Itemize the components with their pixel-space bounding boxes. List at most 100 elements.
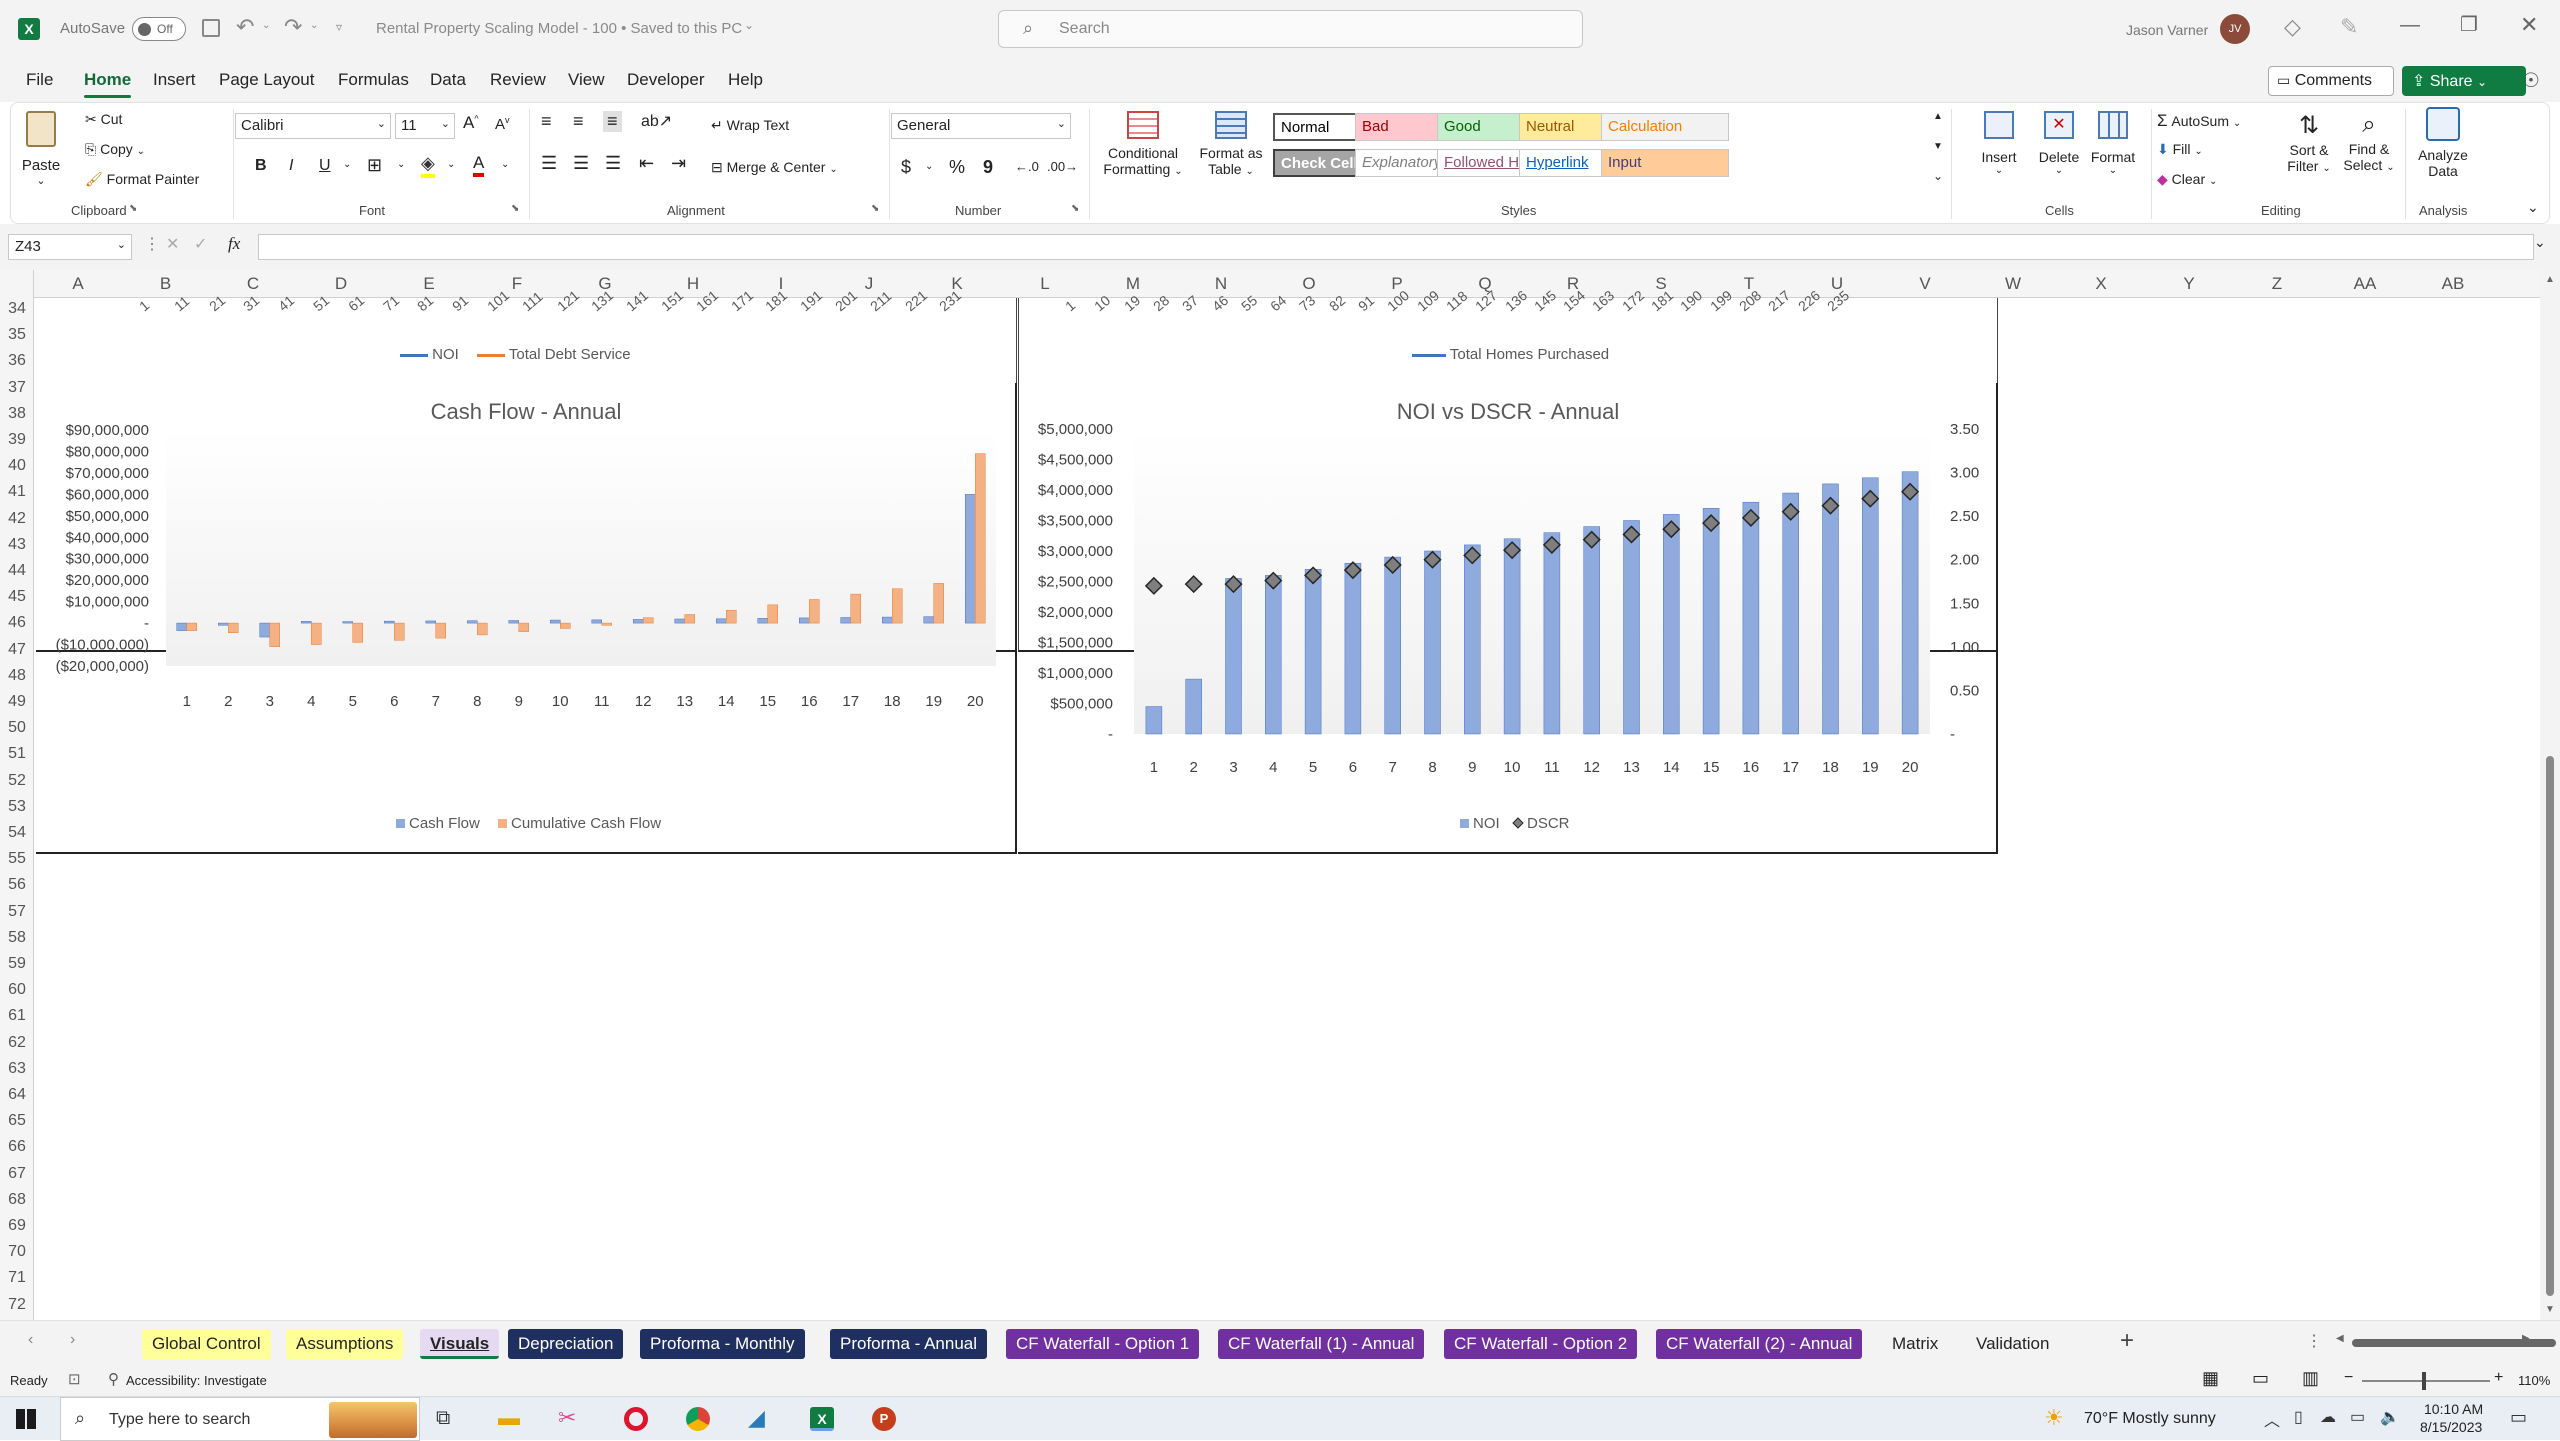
- cash-flow-bar[interactable]: [757, 618, 768, 624]
- row-header-65[interactable]: 65: [0, 1112, 34, 1130]
- name-box[interactable]: Z43 ⌄: [8, 234, 132, 260]
- cash-flow-bar[interactable]: [508, 620, 519, 624]
- align-right-icon[interactable]: ☰: [605, 153, 621, 174]
- cumulative-cash-flow-bar[interactable]: [726, 609, 737, 624]
- row-header-55[interactable]: 55: [0, 850, 34, 868]
- row-header-47[interactable]: 47: [0, 641, 34, 659]
- row-header-59[interactable]: 59: [0, 955, 34, 973]
- snipping-tool-icon[interactable]: ✂: [558, 1405, 576, 1431]
- undo-icon[interactable]: ↶: [236, 14, 254, 40]
- worksheet-grid[interactable]: A B C D E F G H I J K L M N O P Q R S T U V W X Y Z AA AB 34 35 36 37 3…: [0, 270, 2560, 1320]
- tab-scroll-right-icon[interactable]: ›: [70, 1331, 75, 1349]
- redo-icon[interactable]: ↷: [284, 14, 302, 40]
- minimize-icon[interactable]: —: [2400, 14, 2420, 37]
- noi-bar[interactable]: [1265, 575, 1282, 735]
- cash-flow-bar[interactable]: [799, 617, 810, 624]
- column-header-f[interactable]: F: [473, 274, 561, 294]
- noi-bar[interactable]: [1384, 556, 1401, 735]
- cash-flow-bar[interactable]: [882, 616, 893, 624]
- autosum-button[interactable]: Σ AutoSum ⌄: [2157, 111, 2241, 131]
- noi-bar[interactable]: [1623, 520, 1640, 735]
- column-header-d[interactable]: D: [297, 274, 385, 294]
- insert-cells-button[interactable]: Insert ⌄: [1971, 107, 2027, 199]
- row-header-35[interactable]: 35: [0, 326, 34, 344]
- user-avatar[interactable]: JV: [2220, 14, 2250, 44]
- powerpoint-taskbar-icon[interactable]: P: [872, 1407, 896, 1431]
- align-top-icon[interactable]: ≡: [541, 111, 552, 132]
- row-header-69[interactable]: 69: [0, 1217, 34, 1235]
- cash-flow-bar[interactable]: [840, 617, 851, 624]
- expand-formula-bar-icon[interactable]: ⌄: [2534, 234, 2546, 251]
- cumulative-cash-flow-bar[interactable]: [352, 622, 363, 643]
- noi-bar[interactable]: [1304, 569, 1322, 735]
- column-header-z[interactable]: Z: [2233, 274, 2321, 294]
- cumulative-cash-flow-bar[interactable]: [518, 622, 529, 632]
- font-launcher-icon[interactable]: ⬊: [511, 203, 519, 214]
- accessibility-status[interactable]: Accessibility: Investigate: [126, 1373, 267, 1388]
- paste-button[interactable]: Paste ⌄: [19, 107, 63, 197]
- noi-bar[interactable]: [1663, 514, 1680, 735]
- sheet-tab-cf-waterfall-option-2[interactable]: CF Waterfall - Option 2: [1444, 1329, 1638, 1359]
- tab-home[interactable]: Home: [84, 70, 132, 98]
- bold-button[interactable]: B: [255, 157, 267, 175]
- decrease-indent-icon[interactable]: ⇤: [639, 153, 654, 174]
- sheet-tab-matrix[interactable]: Matrix: [1882, 1329, 1948, 1359]
- copy-button[interactable]: ⎘ Copy ⌄: [85, 141, 145, 158]
- align-middle-icon[interactable]: ≡: [573, 111, 584, 132]
- scroll-up-icon[interactable]: ▲: [2545, 274, 2555, 285]
- clipboard-launcher-icon[interactable]: ⬊: [129, 203, 137, 214]
- styles-more-icon[interactable]: ⌄: [1933, 169, 1943, 183]
- select-all-corner[interactable]: [0, 270, 34, 298]
- noi-dscr-chart[interactable]: NOI vs DSCR - Annual $5,000,000 $4,500,000…: [1018, 383, 1998, 854]
- cash-flow-bar[interactable]: [176, 622, 187, 631]
- row-header-50[interactable]: 50: [0, 719, 34, 737]
- cumulative-cash-flow-bar[interactable]: [228, 622, 239, 633]
- column-header-h[interactable]: H: [649, 274, 737, 294]
- cash-flow-bar[interactable]: [467, 620, 478, 624]
- row-header-51[interactable]: 51: [0, 745, 34, 763]
- alignment-launcher-icon[interactable]: ⬊: [871, 203, 879, 214]
- tray-chevron-icon[interactable]: ︿: [2264, 1407, 2280, 1431]
- noi-bar[interactable]: [1822, 483, 1839, 735]
- font-color-dropdown-icon[interactable]: ⌄: [501, 159, 509, 170]
- tab-data[interactable]: Data: [430, 70, 466, 90]
- title-dropdown-icon[interactable]: ⌄: [744, 18, 754, 32]
- diamond-icon[interactable]: ◇: [2284, 14, 2301, 40]
- cumulative-cash-flow-bar[interactable]: [560, 622, 571, 629]
- more-tabs-icon[interactable]: ⋮: [2306, 1331, 2322, 1351]
- cash-flow-chart[interactable]: Cash Flow - Annual $90,000,000 $80,000,000…: [36, 383, 1017, 854]
- add-sheet-icon[interactable]: +: [2120, 1327, 2134, 1355]
- insert-function-button[interactable]: fx: [228, 234, 240, 254]
- row-header-62[interactable]: 62: [0, 1034, 34, 1052]
- page-break-view-icon[interactable]: ▥: [2302, 1368, 2319, 1389]
- zoom-in-icon[interactable]: +: [2494, 1369, 2503, 1387]
- currency-dropdown-icon[interactable]: ⌄: [925, 161, 933, 172]
- page-layout-view-icon[interactable]: ▭: [2252, 1368, 2269, 1389]
- tab-insert[interactable]: Insert: [153, 70, 196, 90]
- excel-taskbar-icon[interactable]: X: [810, 1407, 834, 1431]
- cash-flow-bar[interactable]: [301, 621, 312, 624]
- column-header-y[interactable]: Y: [2145, 274, 2233, 294]
- cumulative-cash-flow-bar[interactable]: [933, 583, 944, 624]
- styles-scroll-down-icon[interactable]: ▼: [1933, 141, 1943, 152]
- column-header-aa[interactable]: AA: [2321, 274, 2409, 294]
- cash-flow-bar[interactable]: [716, 618, 727, 624]
- underline-dropdown-icon[interactable]: ⌄: [343, 159, 351, 170]
- clock-time[interactable]: 10:10 AM: [2424, 1401, 2483, 1417]
- column-header-l[interactable]: L: [1001, 274, 1089, 294]
- row-header-56[interactable]: 56: [0, 876, 34, 894]
- vertical-scrollbar[interactable]: ▲ ▼: [2540, 270, 2560, 1320]
- cumulative-cash-flow-bar[interactable]: [435, 622, 446, 639]
- row-header-52[interactable]: 52: [0, 772, 34, 790]
- row-header-38[interactable]: 38: [0, 405, 34, 423]
- format-cells-button[interactable]: Format ⌄: [2083, 107, 2143, 199]
- decrease-decimal-icon[interactable]: .00→: [1047, 159, 1078, 174]
- sheet-tab-depreciation[interactable]: Depreciation: [508, 1329, 624, 1359]
- column-header-w[interactable]: W: [1969, 274, 2057, 294]
- row-header-53[interactable]: 53: [0, 798, 34, 816]
- cash-flow-bar[interactable]: [965, 494, 976, 624]
- close-icon[interactable]: ✕: [2520, 12, 2538, 38]
- taskbar-search-box[interactable]: ⌕ Type here to search: [60, 1397, 420, 1441]
- row-header-66[interactable]: 66: [0, 1138, 34, 1156]
- weather-icon[interactable]: ☀: [2044, 1405, 2064, 1431]
